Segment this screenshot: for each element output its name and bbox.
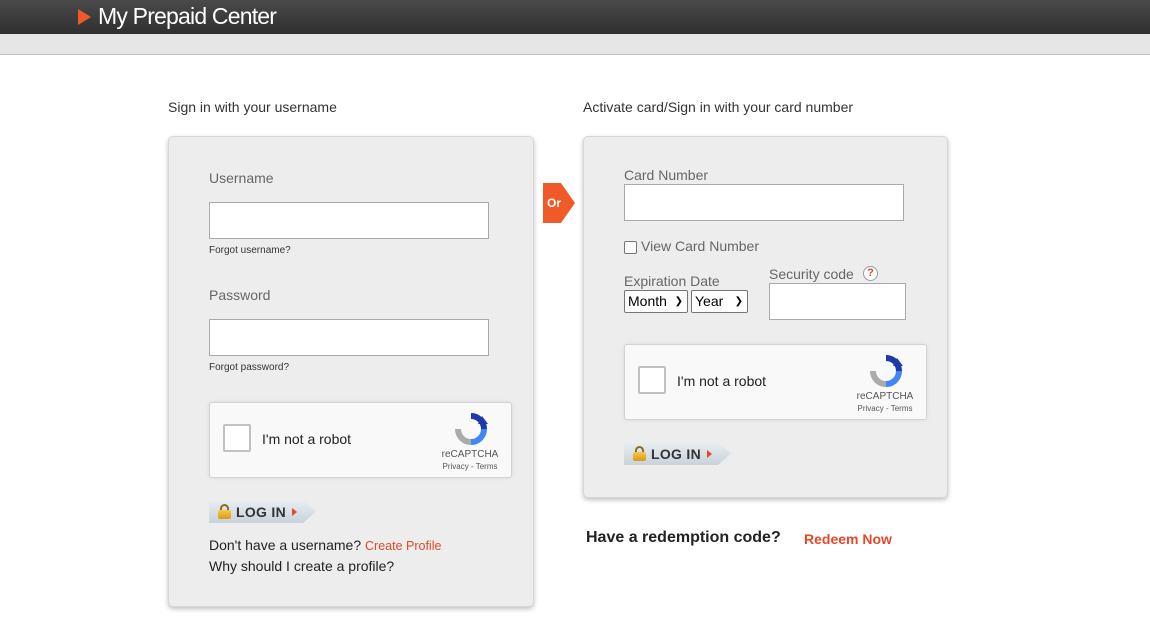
forgot-username-link[interactable]: Forgot username? bbox=[209, 245, 291, 256]
card-signin-panel: Card Number View Card Number Expiration … bbox=[583, 136, 948, 498]
brand-logo[interactable]: My Prepaid Center bbox=[78, 3, 277, 30]
no-username-row: Don't have a username? Create Profile bbox=[209, 537, 441, 553]
card-number-input[interactable] bbox=[624, 184, 904, 221]
month-value: Month bbox=[628, 293, 667, 309]
redemption-question: Have a redemption code? bbox=[586, 529, 781, 546]
play-arrow-icon bbox=[78, 8, 91, 25]
or-text: Or bbox=[547, 196, 562, 210]
forgot-password-link[interactable]: Forgot password? bbox=[209, 362, 289, 373]
recaptcha-logo-icon bbox=[870, 355, 903, 387]
recaptcha-checkbox[interactable] bbox=[638, 366, 666, 394]
expiration-date-label: Expiration Date bbox=[624, 273, 720, 289]
recaptcha-logo-icon bbox=[455, 413, 488, 445]
security-code-input[interactable] bbox=[769, 283, 906, 320]
no-username-text: Don't have a username? bbox=[209, 537, 362, 553]
recaptcha-label: I'm not a robot bbox=[262, 431, 352, 447]
lock-icon bbox=[218, 504, 231, 519]
username-signin-panel: Username Forgot username? Password Forgo… bbox=[168, 136, 534, 607]
brand-name: My Prepaid Center bbox=[98, 3, 277, 29]
login-label: LOG IN bbox=[236, 503, 287, 520]
chevron-down-icon: ❯ bbox=[734, 296, 743, 307]
username-input[interactable] bbox=[209, 202, 489, 239]
security-code-label: Security code bbox=[769, 266, 854, 282]
redeem-now-link[interactable]: Redeem Now bbox=[804, 531, 892, 547]
recaptcha-widget: I'm not a robot reCAPTCHA Privacy - Term… bbox=[624, 344, 927, 420]
expiration-year-select[interactable]: Year ❯ bbox=[691, 290, 748, 313]
recaptcha-privacy-terms[interactable]: Privacy - Terms bbox=[430, 462, 510, 471]
recaptcha-brand: reCAPTCHA bbox=[856, 391, 914, 402]
card-number-label: Card Number bbox=[624, 167, 709, 183]
year-value: Year bbox=[695, 293, 724, 309]
chevron-right-icon bbox=[292, 507, 298, 516]
why-create-profile-link[interactable]: Why should I create a profile? bbox=[209, 558, 394, 574]
password-label: Password bbox=[209, 287, 271, 303]
expiration-month-select[interactable]: Month ❯ bbox=[624, 290, 688, 313]
recaptcha-brand: reCAPTCHA bbox=[441, 449, 499, 460]
view-card-number-checkbox[interactable] bbox=[624, 241, 637, 254]
username-label: Username bbox=[209, 170, 274, 186]
card-login-button[interactable]: LOG IN bbox=[624, 442, 731, 465]
lock-icon bbox=[633, 446, 646, 461]
card-signin-title: Activate card/Sign in with your card num… bbox=[583, 99, 854, 115]
recaptcha-privacy-terms[interactable]: Privacy - Terms bbox=[845, 404, 925, 413]
create-profile-link[interactable]: Create Profile bbox=[365, 539, 441, 553]
chevron-right-icon bbox=[707, 449, 713, 458]
username-signin-title: Sign in with your username bbox=[168, 99, 337, 115]
recaptcha-checkbox[interactable] bbox=[223, 424, 251, 452]
recaptcha-widget: I'm not a robot reCAPTCHA Privacy - Term… bbox=[209, 402, 512, 478]
view-card-number-label[interactable]: View Card Number bbox=[641, 238, 759, 254]
recaptcha-label: I'm not a robot bbox=[677, 373, 767, 389]
password-input[interactable] bbox=[209, 319, 489, 356]
login-label: LOG IN bbox=[651, 445, 702, 462]
help-icon[interactable]: ? bbox=[863, 266, 878, 281]
or-divider-badge: Or bbox=[543, 183, 575, 223]
chevron-down-icon: ❯ bbox=[674, 296, 683, 307]
sub-header-bar bbox=[0, 34, 1150, 55]
top-header-bar: My Prepaid Center bbox=[0, 0, 1150, 34]
username-login-button[interactable]: LOG IN bbox=[209, 500, 316, 523]
